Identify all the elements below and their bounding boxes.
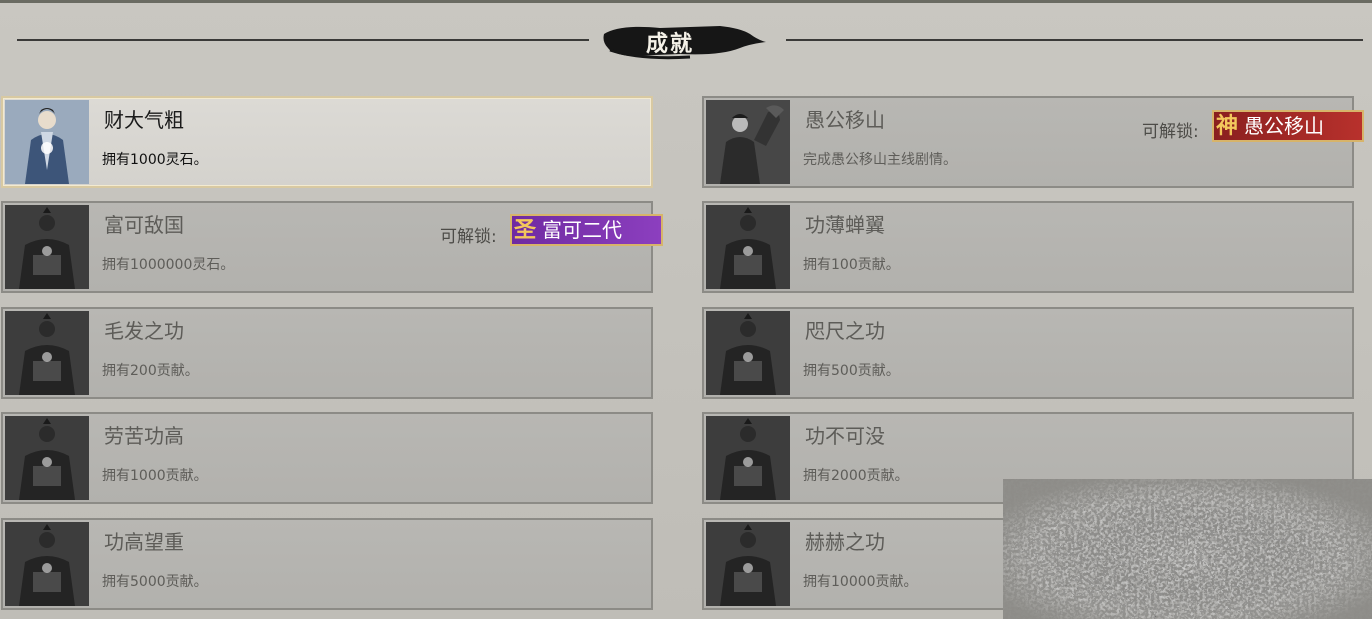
achievement-card-zhichizhigong[interactable]: 咫尺之功 拥有500贡献。 xyxy=(702,307,1354,399)
achievement-desc: 拥有5000贡献。 xyxy=(102,574,208,590)
achievement-name: 富可敌国 xyxy=(104,213,184,237)
character-portrait xyxy=(706,522,790,606)
character-portrait xyxy=(5,205,89,289)
achievement-desc: 拥有1000贡献。 xyxy=(102,468,208,484)
character-portrait xyxy=(706,311,790,395)
achievement-name: 功薄蝉翼 xyxy=(805,213,885,237)
achievement-name: 功高望重 xyxy=(104,530,184,554)
achievement-desc: 拥有10000贡献。 xyxy=(803,574,918,590)
achievement-desc: 拥有1000000灵石。 xyxy=(102,257,235,273)
character-portrait xyxy=(5,100,89,184)
reward-title-badge[interactable]: 圣 富可二代 xyxy=(510,214,663,246)
title-banner: 成就 xyxy=(600,20,770,62)
character-portrait xyxy=(5,416,89,500)
achievement-name: 功不可没 xyxy=(805,424,885,448)
header-divider-right xyxy=(786,39,1363,41)
achievement-card-caidaqicu[interactable]: 财大气粗 拥有1000灵石。 xyxy=(1,96,653,188)
achievement-desc: 完成愚公移山主线剧情。 xyxy=(803,152,957,168)
unlock-label: 可解锁: xyxy=(440,227,497,247)
character-portrait xyxy=(706,416,790,500)
achievement-desc: 拥有1000灵石。 xyxy=(102,152,208,168)
rank-glyph-icon: 神 xyxy=(1216,113,1239,139)
unlock-label: 可解锁: xyxy=(1142,122,1199,142)
achievement-name: 咫尺之功 xyxy=(805,319,885,343)
character-portrait xyxy=(5,311,89,395)
achievement-desc: 拥有100贡献。 xyxy=(803,257,900,273)
achievement-name: 愚公移山 xyxy=(805,108,885,132)
achievement-name: 赫赫之功 xyxy=(805,530,885,554)
achievement-name: 劳苦功高 xyxy=(104,424,184,448)
achievement-card-maofazhigong[interactable]: 毛发之功 拥有200贡献。 xyxy=(1,307,653,399)
reward-title-badge[interactable]: 神 愚公移山 xyxy=(1212,110,1364,142)
achievement-desc: 拥有500贡献。 xyxy=(803,363,900,379)
achievement-card-fukediguo[interactable]: 富可敌国 拥有1000000灵石。 可解锁: 圣 富可二代 xyxy=(1,201,663,293)
character-portrait xyxy=(5,522,89,606)
top-edge-bar xyxy=(0,0,1372,3)
reward-title: 愚公移山 xyxy=(1244,114,1324,138)
achievement-card-gongbochanyi[interactable]: 功薄蝉翼 拥有100贡献。 xyxy=(702,201,1354,293)
achievement-card-laokugonggao[interactable]: 劳苦功高 拥有1000贡献。 xyxy=(1,412,653,504)
reward-title: 富可二代 xyxy=(542,218,622,242)
achievement-card-gonggaowangzhong[interactable]: 功高望重 拥有5000贡献。 xyxy=(1,518,653,610)
achievement-desc: 拥有200贡献。 xyxy=(102,363,199,379)
page-title: 成就 xyxy=(645,31,694,57)
noise-overlay xyxy=(1003,479,1372,619)
character-portrait xyxy=(706,205,790,289)
rank-glyph-icon: 圣 xyxy=(514,217,537,243)
achievement-desc: 拥有2000贡献。 xyxy=(803,468,909,484)
character-portrait xyxy=(706,100,790,184)
achievement-name: 毛发之功 xyxy=(104,319,184,343)
achievement-card-yugongyishan[interactable]: 愚公移山 完成愚公移山主线剧情。 可解锁: 神 愚公移山 xyxy=(702,96,1364,188)
achievement-name: 财大气粗 xyxy=(104,108,184,132)
header-divider-left xyxy=(17,39,589,41)
